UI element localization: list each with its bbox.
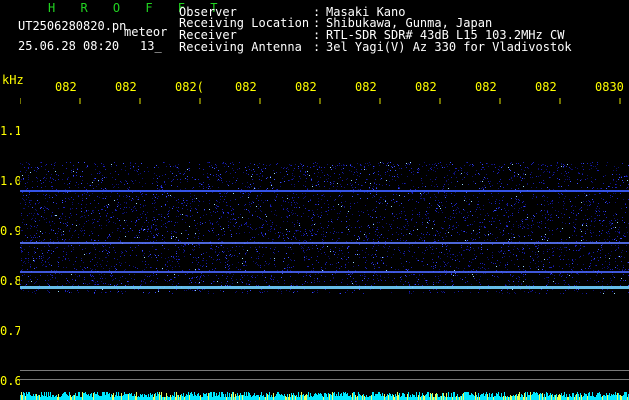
carrier-line bbox=[20, 242, 629, 244]
spectrogram-canvas bbox=[20, 98, 629, 400]
y-tick-label: 0.6 bbox=[0, 374, 22, 388]
y-tick-label: 1.0 bbox=[0, 174, 22, 188]
x-tick-label: 082 bbox=[115, 80, 137, 94]
carrier-line bbox=[20, 190, 629, 192]
x-tick-label: 082 bbox=[355, 80, 377, 94]
meteor-count: 13_ bbox=[140, 39, 162, 53]
y-tick-label: 1.1 bbox=[0, 124, 22, 138]
info-separator: : bbox=[313, 40, 321, 54]
meteor-label: meteor bbox=[124, 25, 168, 39]
antenna-label: Receiving Antenna bbox=[179, 40, 302, 54]
file-name: UT2506280820.pn bbox=[18, 19, 127, 33]
x-tick-label: 082 bbox=[295, 80, 317, 94]
antenna-value: 3el Yagi(V) Az 330 for Vladivostok bbox=[326, 40, 572, 54]
reference-line bbox=[20, 379, 629, 380]
y-tick-label: 0.9 bbox=[0, 224, 22, 238]
x-tick-label: 082 bbox=[235, 80, 257, 94]
y-tick-label: 0.8 bbox=[0, 274, 22, 288]
x-tick-label: 082 bbox=[415, 80, 437, 94]
x-tick-label: 082( bbox=[175, 80, 204, 94]
x-tick-label: 082 bbox=[535, 80, 557, 94]
capture-datetime: 25.06.28 08:20 bbox=[18, 39, 120, 53]
reference-line bbox=[20, 370, 629, 371]
y-tick-label: 0.7 bbox=[0, 324, 22, 338]
spectrogram bbox=[20, 98, 629, 400]
x-tick-label: 082 bbox=[475, 80, 497, 94]
x-tick-label: 0830 bbox=[595, 80, 624, 94]
y-axis-unit: kHz bbox=[2, 73, 24, 87]
x-tick-label: 082 bbox=[55, 80, 77, 94]
carrier-line bbox=[20, 271, 629, 273]
carrier-line-bright bbox=[20, 286, 629, 289]
